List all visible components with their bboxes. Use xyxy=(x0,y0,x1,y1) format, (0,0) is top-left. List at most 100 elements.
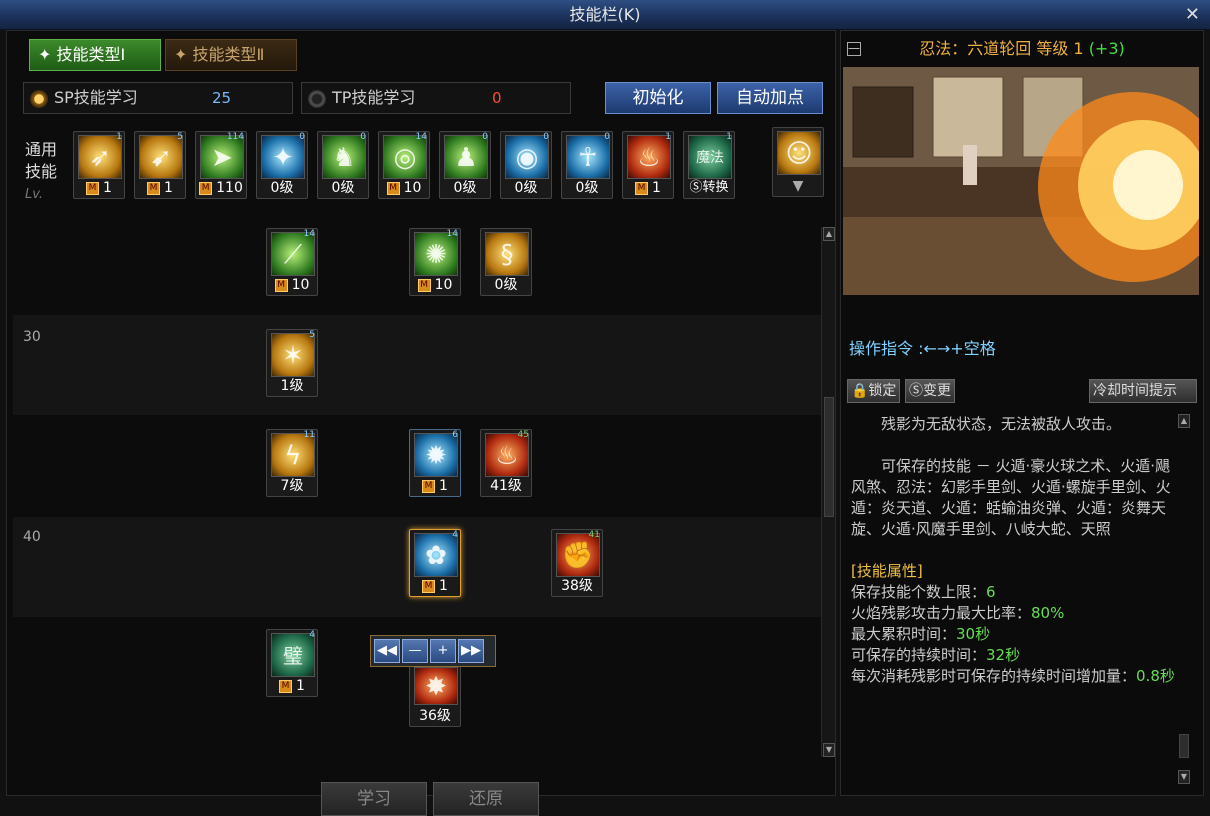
tree-skill[interactable]: ✸ 36级 xyxy=(409,663,461,727)
tab-skill-type-2[interactable]: ✦ 技能类型Ⅱ xyxy=(165,39,297,71)
tp-radio-icon[interactable] xyxy=(308,89,326,108)
general-skill-10[interactable]: ♨ 1 M 1 xyxy=(622,131,674,199)
general-skill-4[interactable]: ✦ 0 0级 xyxy=(256,131,308,199)
attr-line: 保存技能个数上限：6 xyxy=(851,583,996,601)
dash-icon: ➤ xyxy=(211,143,233,173)
slash-icon: ➹ xyxy=(150,143,172,173)
description-scrollbar[interactable]: ▲ ▼ xyxy=(1177,414,1193,784)
learn-button[interactable]: 学习 xyxy=(321,782,427,816)
scroll-thumb[interactable] xyxy=(1179,734,1189,758)
six-paths-icon: ✿ xyxy=(425,541,447,571)
close-icon[interactable]: ✕ xyxy=(1185,0,1200,30)
tree-skill[interactable]: 璧4M1 xyxy=(266,629,318,697)
scroll-down-icon[interactable]: ▼ xyxy=(1178,770,1190,784)
kick-icon: ➶ xyxy=(89,143,111,173)
general-skill-3[interactable]: ➤ 114 M 110 xyxy=(195,131,247,199)
operation-command: 操作指令 :←→+空格 xyxy=(849,339,996,358)
wings-icon: ✦ xyxy=(272,143,294,173)
general-skill-1[interactable]: ➶ 1 M 1 xyxy=(73,131,125,199)
tree-skill[interactable]: ϟ 11 7级 xyxy=(266,429,318,497)
tree-skill-selected[interactable]: ✿ 4 M 1 xyxy=(409,529,461,597)
attr-line: 每次消耗残影时可保存的持续时间增加量：0.8秒 xyxy=(851,667,1175,685)
cooldown-hint-button[interactable]: 冷却时间提示 xyxy=(1089,379,1197,403)
sp-radio-icon[interactable] xyxy=(30,89,48,108)
general-skill-2[interactable]: ➹ 5 M 1 xyxy=(134,131,186,199)
attr-line: 火焰残影攻击力最大比率：80% xyxy=(851,604,1065,622)
tree-skill[interactable]: ✺ 14 M 10 xyxy=(409,228,461,296)
magic-icon: 魔法 xyxy=(696,150,724,166)
change-button[interactable]: Ⓢ变更 xyxy=(905,379,955,403)
desc-line-2: 可保存的技能 － 火遁·豪火球之术、火遁·飓风煞、忍法：幻影手里剑、火遁·螺旋手… xyxy=(851,457,1171,538)
row-label-40: 40 xyxy=(23,529,41,545)
character-portrait-icon: ☺ xyxy=(785,139,813,169)
min-level-button[interactable]: ◀◀ xyxy=(374,639,400,663)
general-skill-9[interactable]: ☥ 0 0级 xyxy=(561,131,613,199)
tree-scrollbar[interactable]: ▲ ▼ xyxy=(821,227,835,757)
tp-label: TP技能学习 xyxy=(332,88,416,107)
window-titlebar: 技能栏(K) ✕ xyxy=(0,0,1210,30)
level-stepper: ◀◀ — + ▶▶ xyxy=(370,635,496,667)
target-icon: ◎ xyxy=(393,143,417,173)
skill-detail-panel: — 忍法：六道轮回 等级 1 (+3) 操作指令 :←→+空格 🔒锁定 Ⓢ变更 … xyxy=(840,30,1204,796)
auto-assign-button[interactable]: 自动加点 xyxy=(717,82,823,114)
chevron-down-icon[interactable]: ▼ xyxy=(773,177,823,195)
figure-icon: ♟ xyxy=(454,143,478,173)
tree-skill[interactable]: ✹ 6 M 1 xyxy=(409,429,461,497)
burst-icon: ✺ xyxy=(425,240,447,270)
lock-button[interactable]: 🔒锁定 xyxy=(847,379,901,403)
skill-title: 忍法：六道轮回 等级 1 (+3) xyxy=(919,39,1125,58)
scroll-up-icon[interactable]: ▲ xyxy=(823,227,835,241)
tree-skill[interactable]: § 0级 xyxy=(480,228,532,296)
scroll-down-icon[interactable]: ▼ xyxy=(823,743,835,757)
attr-line: 可保存的持续时间：32秒 xyxy=(851,646,1021,664)
scroll-up-icon[interactable]: ▲ xyxy=(1178,414,1190,428)
max-level-button[interactable]: ▶▶ xyxy=(458,639,484,663)
character-selector[interactable]: ☺ ▼ xyxy=(772,127,824,197)
window-title: 技能栏(K) xyxy=(569,5,641,24)
increase-button[interactable]: + xyxy=(430,639,456,663)
skill-description: 残影为无敌状态，无法被敌人攻击。 可保存的技能 － 火遁·豪火球之术、火遁·飓风… xyxy=(851,414,1176,784)
spirit-icon: ✹ xyxy=(425,441,447,471)
shuriken-icon: ✶ xyxy=(282,341,304,371)
tp-points-box[interactable]: TP技能学习 0 xyxy=(301,82,571,114)
eye-icon: ◉ xyxy=(515,143,539,173)
row-label-30: 30 xyxy=(23,329,41,345)
claw-icon: ⟋ xyxy=(283,240,303,270)
general-skill-5[interactable]: ♞ 0 0级 xyxy=(317,131,369,199)
explosion-icon: ✸ xyxy=(425,672,447,702)
kanji-icon: 璧 xyxy=(283,644,303,668)
general-skill-11[interactable]: 魔法 1 Ⓢ转换 xyxy=(683,131,735,199)
fire-icon: ♨ xyxy=(495,441,519,471)
desc-line-1: 残影为无敌状态，无法被敌人攻击。 xyxy=(881,415,1122,433)
attr-title: [技能属性] xyxy=(851,562,923,580)
sp-points-box[interactable]: SP技能学习 25 xyxy=(23,82,293,114)
lv-label: Lv. xyxy=(25,187,44,202)
skill-tree-panel: ✦ 技能类型Ⅰ ✦ 技能类型Ⅱ SP技能学习 25 TP技能学习 0 初始化 自… xyxy=(6,30,836,816)
tp-value: 0 xyxy=(492,89,502,107)
skill-tree: 30 40 ⟋ 14 M 10 ✺ 14 M 10 § 0级 ✶ 5 1级 ϟ 11 7级 ✹ 6 M 1 … xyxy=(13,223,821,759)
tree-skill[interactable]: ♨ 45 41级 xyxy=(480,429,532,497)
fist-icon: ✊ xyxy=(561,541,595,571)
attr-line: 最大累积时间：30秒 xyxy=(851,625,991,643)
tree-skill[interactable]: ⟋ 14 M 10 xyxy=(266,228,318,296)
tree-skill[interactable]: ✶ 5 1级 xyxy=(266,329,318,397)
sp-value: 25 xyxy=(212,89,232,107)
decrease-button[interactable]: — xyxy=(402,639,428,663)
lightning-icon: ϟ xyxy=(284,441,302,471)
reset-button[interactable]: 初始化 xyxy=(605,82,711,114)
tab-skill-type-1[interactable]: ✦ 技能类型Ⅰ xyxy=(29,39,161,71)
flame-icon: ♨ xyxy=(637,143,661,173)
skill-preview-image xyxy=(843,67,1199,295)
tree-skill[interactable]: ✊ 41 38级 xyxy=(551,529,603,597)
general-skill-7[interactable]: ♟ 0 0级 xyxy=(439,131,491,199)
body-icon: ☥ xyxy=(578,143,598,173)
row-band-30 xyxy=(13,315,821,415)
sit-icon: ♞ xyxy=(332,143,356,173)
general-skills-label: 通用技能 xyxy=(25,140,58,181)
general-skill-6[interactable]: ◎ 14 M 10 xyxy=(378,131,430,199)
sp-label: SP技能学习 xyxy=(54,88,138,107)
restore-button[interactable]: 还原 xyxy=(433,782,539,816)
spiral-icon: § xyxy=(500,240,514,270)
scroll-thumb[interactable] xyxy=(824,397,834,517)
general-skill-8[interactable]: ◉ 0 0级 xyxy=(500,131,552,199)
